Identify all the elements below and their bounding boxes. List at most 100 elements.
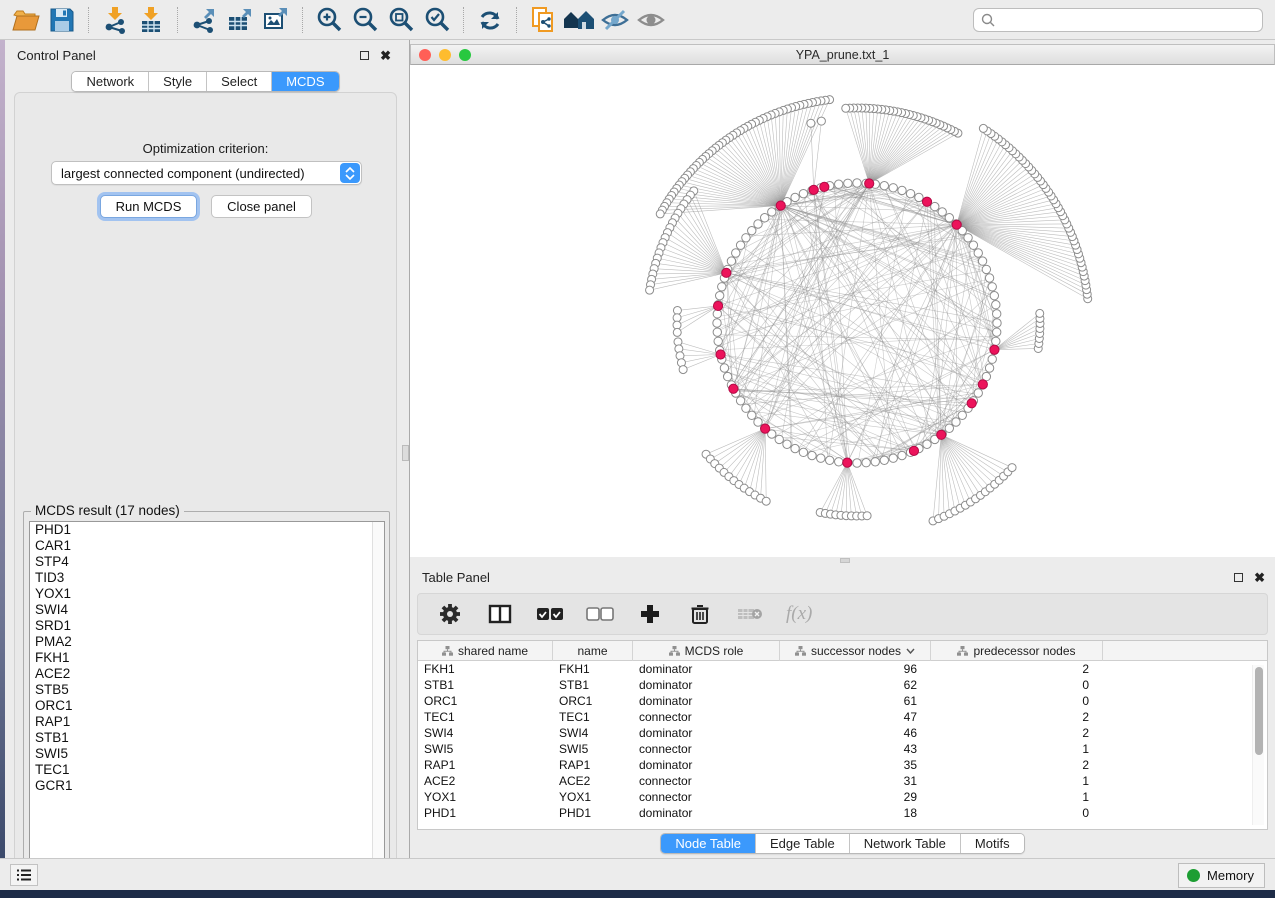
column-header-successor-nodes[interactable]: successor nodes: [780, 641, 931, 661]
table-scrollbar[interactable]: [1252, 665, 1264, 825]
open-file-button[interactable]: [8, 4, 44, 36]
import-network-button[interactable]: [97, 4, 133, 36]
mcds-node[interactable]: [716, 350, 725, 359]
zoom-fit-button[interactable]: [383, 4, 419, 36]
mcds-result-item[interactable]: STP4: [30, 554, 384, 570]
mcds-result-item[interactable]: SWI4: [30, 602, 384, 618]
zoom-out-button[interactable]: [347, 4, 383, 36]
mcds-node[interactable]: [820, 182, 829, 191]
mcds-node[interactable]: [729, 384, 738, 393]
show-panels-button[interactable]: [10, 864, 38, 886]
mcds-result-item[interactable]: TID3: [30, 570, 384, 586]
table-row-FKH1[interactable]: FKH1FKH1dominator962: [418, 661, 1267, 677]
table-row-ACE2[interactable]: ACE2ACE2connector311: [418, 773, 1267, 789]
export-image-button[interactable]: [258, 4, 294, 36]
show-all-button[interactable]: [633, 4, 669, 36]
import-table-button[interactable]: [133, 4, 169, 36]
close-panel-button[interactable]: Close panel: [211, 195, 312, 218]
mcds-node[interactable]: [952, 220, 961, 229]
table-row-SWI5[interactable]: SWI5SWI5connector431: [418, 741, 1267, 757]
mcds-node[interactable]: [967, 399, 976, 408]
deselect-all-button[interactable]: [586, 600, 614, 628]
mcds-node[interactable]: [776, 201, 785, 210]
mcds-node[interactable]: [990, 345, 999, 354]
zoom-selected-button[interactable]: [419, 4, 455, 36]
mcds-result-item[interactable]: RAP1: [30, 714, 384, 730]
mcds-result-item[interactable]: FKH1: [30, 650, 384, 666]
mcds-node[interactable]: [761, 424, 770, 433]
mcds-result-item[interactable]: SWI5: [30, 746, 384, 762]
mcds-node[interactable]: [843, 458, 852, 467]
splitter-handle[interactable]: [402, 445, 409, 461]
column-header-name[interactable]: name: [553, 641, 633, 661]
mcds-node[interactable]: [809, 185, 818, 194]
export-network-button[interactable]: [186, 4, 222, 36]
tab-style[interactable]: Style: [149, 72, 207, 91]
tab-edge-table[interactable]: Edge Table: [756, 834, 850, 853]
tab-node-table[interactable]: Node Table: [661, 834, 756, 853]
mcds-result-item[interactable]: ORC1: [30, 698, 384, 714]
table-row-YOX1[interactable]: YOX1YOX1connector291: [418, 789, 1267, 805]
table-row-SWI4[interactable]: SWI4SWI4dominator462: [418, 725, 1267, 741]
mcds-result-item[interactable]: PMA2: [30, 634, 384, 650]
mcds-node[interactable]: [978, 380, 987, 389]
mcds-result-item[interactable]: TEC1: [30, 762, 384, 778]
network-canvas[interactable]: [410, 65, 1275, 557]
column-header-shared-name[interactable]: shared name: [418, 641, 553, 661]
vertical-splitter[interactable]: [401, 40, 410, 858]
mcds-node[interactable]: [865, 179, 874, 188]
memory-button[interactable]: Memory: [1178, 863, 1265, 888]
mcds-node[interactable]: [722, 268, 731, 277]
float-panel-icon[interactable]: [1234, 573, 1243, 582]
mcds-node[interactable]: [909, 446, 918, 455]
mcds-node[interactable]: [937, 430, 946, 439]
first-neighbors-button[interactable]: [561, 4, 597, 36]
float-panel-icon[interactable]: [360, 51, 369, 60]
mcds-result-item[interactable]: CAR1: [30, 538, 384, 554]
network-graph[interactable]: [410, 65, 1275, 557]
run-mcds-button[interactable]: Run MCDS: [100, 195, 197, 218]
mcds-result-item[interactable]: PHD1: [30, 522, 384, 538]
mcds-node[interactable]: [922, 197, 931, 206]
hide-selected-button[interactable]: [597, 4, 633, 36]
settings-button[interactable]: [436, 600, 464, 628]
tab-network-table[interactable]: Network Table: [850, 834, 961, 853]
mcds-result-item[interactable]: YOX1: [30, 586, 384, 602]
clone-network-button[interactable]: [525, 4, 561, 36]
table-row-TEC1[interactable]: TEC1TEC1connector472: [418, 709, 1267, 725]
mcds-result-item[interactable]: GCR1: [30, 778, 384, 794]
tab-mcds[interactable]: MCDS: [272, 72, 338, 91]
save-session-button[interactable]: [44, 4, 80, 36]
refresh-button[interactable]: [472, 4, 508, 36]
column-header-predecessor-nodes[interactable]: predecessor nodes: [931, 641, 1103, 661]
tab-motifs[interactable]: Motifs: [961, 834, 1024, 853]
mcds-result-item[interactable]: STB5: [30, 682, 384, 698]
mcds-result-item[interactable]: SRD1: [30, 618, 384, 634]
split-view-button[interactable]: [486, 600, 514, 628]
column-header-MCDS-role[interactable]: MCDS role: [633, 641, 780, 661]
mcds-list-scrollbar[interactable]: [372, 522, 384, 872]
network-window-titlebar[interactable]: YPA_prune.txt_1: [410, 44, 1275, 65]
mcds-result-item[interactable]: ACE2: [30, 666, 384, 682]
close-panel-icon[interactable]: ✖: [1254, 573, 1265, 582]
mcds-result-list[interactable]: PHD1CAR1STP4TID3YOX1SWI4SRD1PMA2FKH1ACE2…: [29, 521, 385, 873]
add-column-button[interactable]: [636, 600, 664, 628]
sort-chevron-icon: [906, 648, 915, 654]
search-input[interactable]: [973, 8, 1263, 32]
table-row-ORC1[interactable]: ORC1ORC1dominator610: [418, 693, 1267, 709]
table-row-STB1[interactable]: STB1STB1dominator620: [418, 677, 1267, 693]
criterion-dropdown[interactable]: largest connected component (undirected): [51, 161, 362, 185]
tab-select[interactable]: Select: [207, 72, 272, 91]
export-table-button[interactable]: [222, 4, 258, 36]
table-row-PHD1[interactable]: PHD1PHD1dominator180: [418, 805, 1267, 821]
close-panel-icon[interactable]: ✖: [380, 51, 391, 60]
select-all-button[interactable]: [536, 600, 564, 628]
mcds-node[interactable]: [713, 301, 722, 310]
cell-predecessor-nodes: 1: [931, 789, 1103, 805]
table-scrollbar-thumb[interactable]: [1255, 667, 1263, 755]
delete-column-button[interactable]: [686, 600, 714, 628]
mcds-result-item[interactable]: STB1: [30, 730, 384, 746]
table-row-RAP1[interactable]: RAP1RAP1dominator352: [418, 757, 1267, 773]
zoom-in-button[interactable]: [311, 4, 347, 36]
tab-network[interactable]: Network: [72, 72, 149, 91]
